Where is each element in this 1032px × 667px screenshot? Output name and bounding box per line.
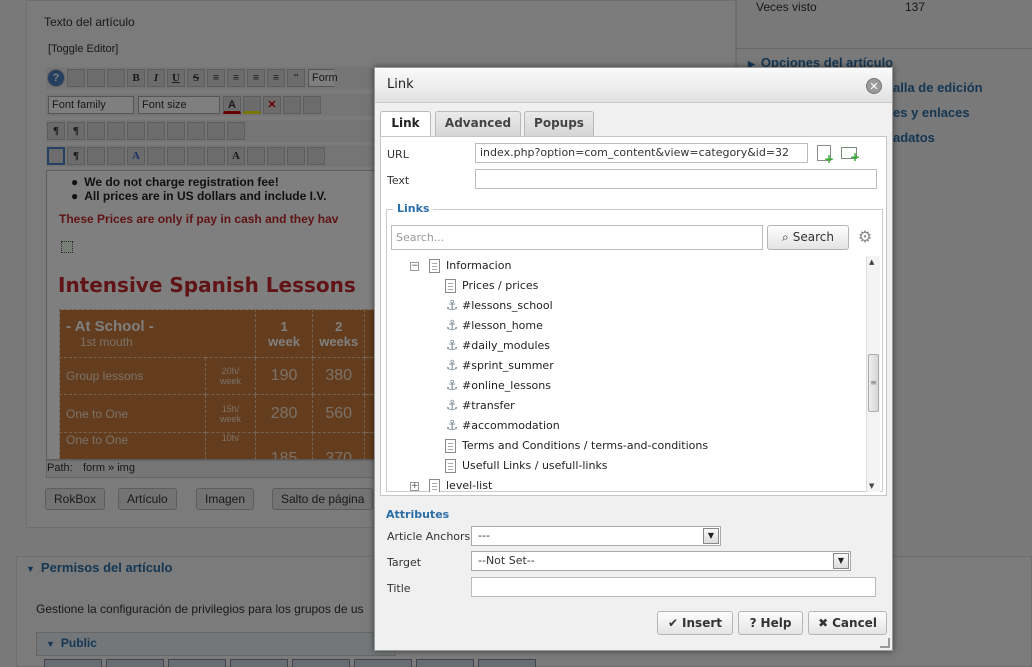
title-label: Title (387, 582, 411, 595)
text-label: Text (387, 174, 410, 187)
link-panel: URL index.php?option=com_content&view=ca… (380, 136, 887, 496)
article-anchors-select[interactable]: --- ▼ (471, 526, 721, 546)
article-anchors-value: --- (478, 529, 490, 542)
chevron-down-icon[interactable]: ▼ (703, 528, 719, 544)
search-icon: ⌕ (782, 230, 789, 244)
anchor-icon: ⚓ (445, 298, 459, 314)
tree-item-label: Usefull Links / usefull-links (462, 459, 608, 472)
tree-item[interactable]: Prices / prices (393, 276, 863, 296)
tree-item[interactable]: Terms and Conditions / terms-and-conditi… (393, 436, 863, 456)
dialog-header[interactable]: Link ✕ (375, 68, 892, 103)
tree-scrollbar[interactable]: ▲ ≡ ▼ (866, 256, 880, 492)
anchor-icon: ⚓ (445, 418, 459, 434)
tab-advanced[interactable]: Advanced (435, 111, 521, 136)
close-icon[interactable]: ✕ (866, 78, 882, 94)
document-icon (445, 439, 456, 453)
tree-item-label: Terms and Conditions / terms-and-conditi… (462, 439, 709, 452)
anchor-icon: ⚓ (445, 378, 459, 394)
search-input[interactable]: Search... (391, 225, 763, 250)
search-button[interactable]: ⌕ Search (767, 225, 849, 250)
scroll-up-icon[interactable]: ▲ (869, 258, 874, 266)
tree-item-label: #accommodation (462, 419, 560, 432)
tab-link[interactable]: Link (380, 111, 431, 137)
document-icon (445, 279, 456, 293)
collapse-icon[interactable]: − (410, 262, 419, 271)
tree-item[interactable]: ⚓ #transfer (393, 396, 863, 416)
links-legend: Links (393, 202, 434, 215)
x-icon: ✖ (818, 616, 829, 630)
expand-icon[interactable]: + (410, 482, 419, 491)
scroll-thumb[interactable]: ≡ (868, 354, 879, 412)
tree-item-label: #lessons_school (462, 299, 553, 312)
article-anchors-label: Article Anchors (387, 530, 471, 543)
tab-popups[interactable]: Popups (524, 111, 594, 136)
tree-item[interactable]: ⚓ #lessons_school (393, 296, 863, 316)
tree-item-label: Informacion (446, 259, 512, 272)
tree-item[interactable]: + level-list (393, 476, 863, 492)
tree-item[interactable]: Usefull Links / usefull-links (393, 456, 863, 476)
scroll-down-icon[interactable]: ▼ (869, 482, 874, 490)
anchor-icon: ⚓ (445, 398, 459, 414)
url-label: URL (387, 148, 409, 161)
cancel-label: Cancel (832, 616, 877, 630)
tree-item-label: #daily_modules (462, 339, 551, 352)
target-select[interactable]: --Not Set-- ▼ (471, 551, 851, 571)
anchor-icon: ⚓ (445, 338, 459, 354)
folder-doc-icon (429, 259, 440, 273)
tree-item[interactable]: − Informacion (393, 256, 863, 276)
url-input[interactable]: index.php?option=com_content&view=catego… (475, 143, 808, 163)
target-label: Target (387, 556, 422, 569)
tree-item[interactable]: ⚓ #accommodation (393, 416, 863, 436)
tree-item-label: #lesson_home (462, 319, 543, 332)
gear-icon[interactable]: ⚙ (856, 228, 874, 246)
tree-item[interactable]: ⚓ #sprint_summer (393, 356, 863, 376)
check-icon: ✔ (667, 616, 679, 630)
email-icon[interactable]: + (841, 147, 860, 163)
resize-handle-icon[interactable] (880, 638, 890, 648)
help-label: Help (760, 616, 792, 630)
chevron-down-icon[interactable]: ▼ (833, 553, 849, 569)
tree-item[interactable]: ⚓ #online_lessons (393, 376, 863, 396)
anchor-icon: ⚓ (445, 358, 459, 374)
tree-item[interactable]: ⚓ #daily_modules (393, 336, 863, 356)
insert-button[interactable]: ✔ Insert (657, 611, 733, 635)
help-button[interactable]: ? Help (738, 611, 803, 635)
text-input[interactable] (475, 169, 877, 189)
browse-icon[interactable]: + (817, 145, 834, 165)
search-button-label: Search (792, 230, 834, 244)
tree-item-label: #transfer (462, 399, 515, 412)
tree-item-label: Prices / prices (462, 279, 539, 292)
question-icon: ? (749, 616, 757, 630)
links-tree[interactable]: − Informacion Prices / prices ⚓ #lessons_sch… (393, 256, 863, 492)
tree-item-label: #sprint_summer (462, 359, 554, 372)
anchor-icon: ⚓ (445, 318, 459, 334)
links-fieldset: Links Search... ⌕ Search ⚙ − Informacion Pr… (386, 202, 883, 492)
attributes-legend: Attributes (386, 508, 450, 521)
target-value: --Not Set-- (478, 554, 535, 567)
title-input[interactable] (471, 577, 876, 597)
tree-item-label: #online_lessons (462, 379, 551, 392)
dialog-title: Link (387, 77, 414, 92)
folder-doc-icon (429, 479, 440, 492)
tree-item[interactable]: ⚓ #lesson_home (393, 316, 863, 336)
tree-item-label: level-list (446, 479, 493, 492)
search-placeholder: Search... (396, 231, 445, 244)
document-icon (445, 459, 456, 473)
link-dialog: Link ✕ Link Advanced Popups URL index.ph… (374, 67, 893, 651)
insert-label: Insert (682, 616, 722, 630)
cancel-button[interactable]: ✖ Cancel (808, 611, 887, 635)
